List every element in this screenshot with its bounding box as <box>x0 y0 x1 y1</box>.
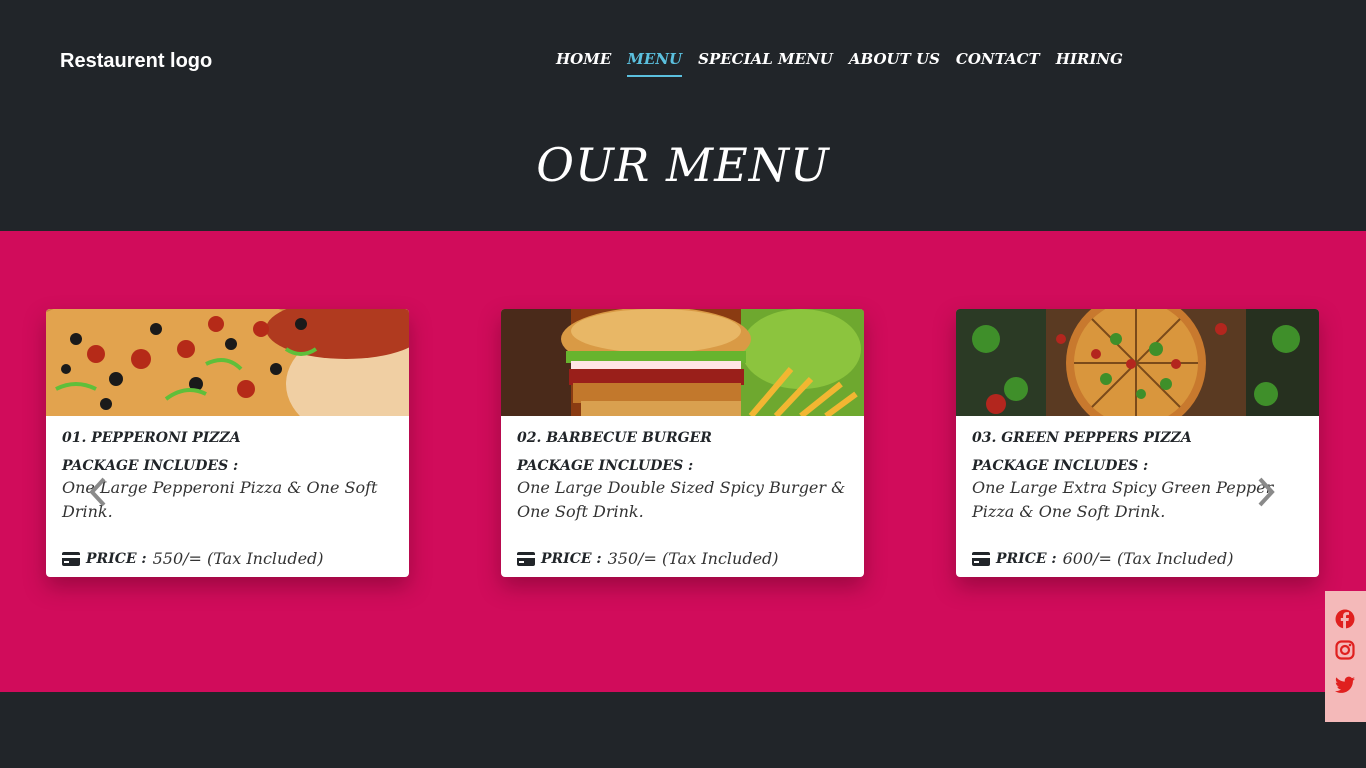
price-label: PRICE : <box>541 550 602 567</box>
pepperoni-pizza-image <box>46 309 409 416</box>
restaurant-logo[interactable]: Restaurent logo <box>60 50 212 73</box>
nav-hiring[interactable]: HIRING <box>1056 50 1123 77</box>
site-header: Restaurent logo HOME MENU SPECIAL MENU A… <box>0 0 1366 231</box>
nav-menu[interactable]: MENU <box>627 50 682 77</box>
package-description: One Large Pepperoni Pizza & One Soft Dri… <box>62 478 378 521</box>
chevron-right-icon[interactable] <box>1256 476 1276 514</box>
card-title: 03. GREEN PEPPERS PIZZA <box>972 430 1192 446</box>
price-row: PRICE : 350/= (Tax Included) <box>517 549 779 568</box>
nav-about-us[interactable]: ABOUT US <box>849 50 940 77</box>
package-label: PACKAGE INCLUDES : <box>517 458 694 474</box>
menu-carousel-section: 01. PEPPERONI PIZZA PACKAGE INCLUDES : O… <box>0 231 1366 692</box>
credit-card-icon <box>62 551 80 566</box>
menu-card-green-peppers-pizza[interactable]: 03. GREEN PEPPERS PIZZA PACKAGE INCLUDES… <box>956 309 1319 577</box>
price-label: PRICE : <box>86 550 147 567</box>
price-value: 550/= (Tax Included) <box>152 549 324 568</box>
green-peppers-pizza-image <box>956 309 1319 416</box>
price-value: 350/= (Tax Included) <box>607 549 779 568</box>
card-title: 02. BARBECUE BURGER <box>517 430 712 446</box>
package-description: One Large Double Sized Spicy Burger & On… <box>517 478 846 521</box>
social-sidebar <box>1325 591 1366 722</box>
package-label: PACKAGE INCLUDES : <box>62 458 239 474</box>
price-row: PRICE : 600/= (Tax Included) <box>972 549 1234 568</box>
instagram-icon[interactable] <box>1335 640 1357 662</box>
menu-card-pepperoni-pizza[interactable]: 01. PEPPERONI PIZZA PACKAGE INCLUDES : O… <box>46 309 409 577</box>
nav-contact[interactable]: CONTACT <box>956 50 1040 77</box>
menu-card-barbecue-burger[interactable]: 02. BARBECUE BURGER PACKAGE INCLUDES : O… <box>501 309 864 577</box>
price-label: PRICE : <box>996 550 1057 567</box>
credit-card-icon <box>517 551 535 566</box>
chevron-left-icon[interactable] <box>88 476 108 514</box>
package-description: One Large Extra Spicy Green Pepper Pizza… <box>972 478 1274 521</box>
facebook-icon[interactable] <box>1335 609 1357 631</box>
card-body: 02. BARBECUE BURGER PACKAGE INCLUDES : O… <box>501 416 864 524</box>
barbecue-burger-image <box>501 309 864 416</box>
main-nav: HOME MENU SPECIAL MENU ABOUT US CONTACT … <box>556 50 1123 77</box>
price-value: 600/= (Tax Included) <box>1062 549 1234 568</box>
credit-card-icon <box>972 551 990 566</box>
twitter-icon[interactable] <box>1335 676 1357 698</box>
card-title: 01. PEPPERONI PIZZA <box>62 430 241 446</box>
price-row: PRICE : 550/= (Tax Included) <box>62 549 324 568</box>
nav-home[interactable]: HOME <box>556 50 611 77</box>
page: Restaurent logo HOME MENU SPECIAL MENU A… <box>0 0 1366 768</box>
nav-special-menu[interactable]: SPECIAL MENU <box>698 50 833 77</box>
package-label: PACKAGE INCLUDES : <box>972 458 1149 474</box>
page-title: OUR MENU <box>536 138 830 192</box>
